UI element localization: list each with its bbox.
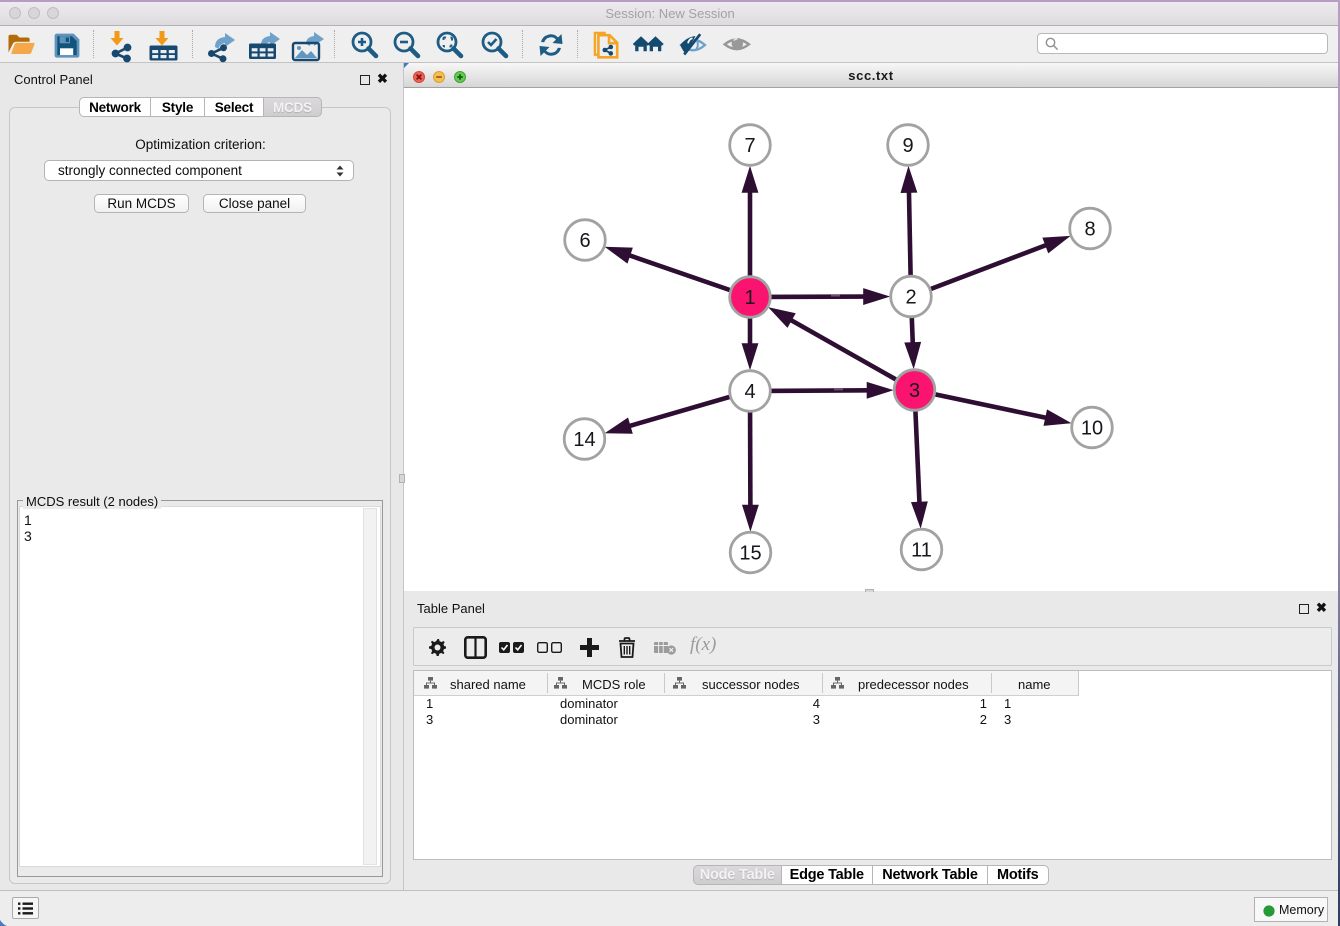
svg-text:2: 2 [905, 287, 916, 309]
svg-text:8: 8 [1084, 219, 1095, 241]
svg-text:10: 10 [1081, 418, 1103, 440]
svg-text:6: 6 [579, 230, 590, 252]
svg-text:14: 14 [573, 429, 595, 451]
svg-text:9: 9 [902, 135, 913, 157]
svg-text:4: 4 [744, 381, 755, 403]
svg-text:7: 7 [744, 135, 755, 157]
svg-text:15: 15 [739, 543, 761, 565]
svg-text:11: 11 [911, 540, 932, 562]
svg-text:1: 1 [744, 287, 755, 309]
svg-text:3: 3 [909, 380, 920, 402]
